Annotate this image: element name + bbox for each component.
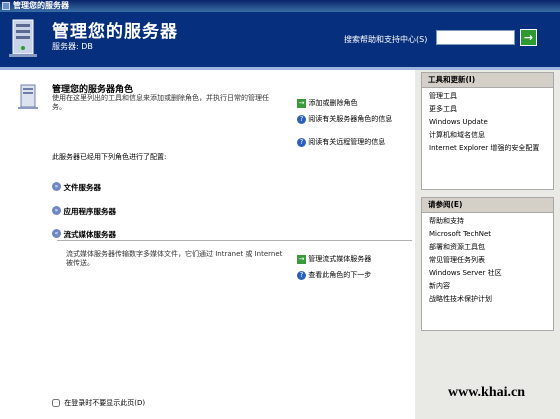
see-also-item[interactable]: Windows Server 社区 — [429, 269, 553, 278]
help-icon: ? — [297, 271, 306, 280]
dont-show-label[interactable]: 在登录时不要显示此页(D) — [64, 399, 145, 407]
role-label[interactable]: 流式媒体服务器 — [64, 230, 117, 239]
action-label[interactable]: 阅读有关服务器角色的信息 — [308, 115, 392, 123]
window-system-icon[interactable] — [2, 2, 10, 10]
streaming-media-description: 流式媒体服务器传输数字多媒体文件，它们通过 Intranet 或 Interne… — [66, 250, 283, 267]
tools-item[interactable]: 管理工具 — [429, 92, 553, 101]
action-label[interactable]: 查看此角色的下一步 — [308, 271, 371, 279]
expand-icon[interactable]: » — [52, 206, 61, 215]
role-file-server[interactable]: » 文件服务器 — [52, 182, 101, 193]
green-arrow-icon: → — [297, 255, 306, 264]
see-also-item[interactable]: 帮助和支持 — [429, 217, 553, 226]
dont-show-checkbox[interactable] — [52, 399, 60, 407]
help-icon: ? — [297, 115, 306, 124]
tools-item[interactable]: Internet Explorer 增强的安全配置 — [429, 144, 553, 153]
collapse-icon[interactable]: « — [52, 229, 61, 238]
action-read-remote-admin[interactable]: ? 阅读有关远程管理的信息 — [297, 138, 412, 147]
expand-icon[interactable]: » — [52, 182, 61, 191]
action-manage-streaming[interactable]: → 管理流式媒体服务器 — [297, 254, 412, 264]
tools-item[interactable]: 计算机和域名信息 — [429, 131, 553, 140]
page-header: 管理您的服务器 服务器: DB 搜索帮助和支持中心(S) → — [0, 12, 560, 67]
page-title: 管理您的服务器 — [52, 22, 178, 42]
action-label[interactable]: 添加或删除角色 — [309, 99, 358, 107]
see-also-item[interactable]: 常见管理任务列表 — [429, 256, 553, 265]
panel-title: 工具和更新(I) — [422, 73, 553, 88]
main-pane: 管理您的服务器角色 使用在这里列出的工具和信息来添加或删除角色，并执行日常的管理… — [0, 70, 415, 419]
see-also-item[interactable]: 新内容 — [429, 282, 553, 291]
dont-show-checkbox-row[interactable]: 在登录时不要显示此页(D) — [52, 398, 145, 408]
help-search-label: 搜索帮助和支持中心(S) — [344, 35, 428, 44]
window-titlebar: 管理您的服务器 — [0, 0, 560, 12]
action-label[interactable]: 阅读有关远程管理的信息 — [308, 138, 385, 146]
action-add-remove-role[interactable]: → 添加或删除角色 — [297, 98, 412, 108]
roles-server-icon — [18, 84, 38, 109]
role-streaming-media-server[interactable]: « 流式媒体服务器 — [52, 229, 116, 240]
role-label[interactable]: 文件服务器 — [64, 183, 102, 192]
help-icon: ? — [297, 138, 306, 147]
server-icon — [9, 19, 37, 57]
tools-updates-panel: 工具和更新(I) 管理工具 更多工具 Windows Update 计算机和域名… — [421, 72, 554, 190]
help-search-go-button[interactable]: → — [520, 29, 537, 46]
window-title: 管理您的服务器 — [13, 1, 69, 10]
tools-item[interactable]: Windows Update — [429, 118, 553, 127]
see-also-item[interactable]: 战略性技术保护计划 — [429, 295, 553, 304]
role-application-server[interactable]: » 应用程序服务器 — [52, 206, 116, 217]
role-divider — [57, 240, 412, 241]
configured-roles-text: 此服务器已经用下列角色进行了配置: — [52, 153, 167, 161]
watermark-text: www.khai.cn — [448, 385, 526, 400]
see-also-item[interactable]: Microsoft TechNet — [429, 230, 553, 239]
help-search-input[interactable] — [436, 30, 515, 45]
green-arrow-icon: → — [297, 99, 306, 108]
action-next-steps[interactable]: ? 查看此角色的下一步 — [297, 270, 412, 280]
action-label[interactable]: 管理流式媒体服务器 — [308, 255, 371, 263]
tools-item[interactable]: 更多工具 — [429, 105, 553, 114]
see-also-item[interactable]: 部署和资源工具包 — [429, 243, 553, 252]
action-read-role-info[interactable]: ? 阅读有关服务器角色的信息 — [297, 115, 412, 124]
server-name: 服务器: DB — [52, 42, 93, 51]
panel-title: 请参阅(E) — [422, 198, 553, 213]
see-also-panel: 请参阅(E) 帮助和支持 Microsoft TechNet 部署和资源工具包 … — [421, 197, 554, 331]
role-label[interactable]: 应用程序服务器 — [64, 207, 117, 216]
section-description: 使用在这里列出的工具和信息来添加或删除角色，并执行日常的管理任务。 — [52, 94, 269, 111]
